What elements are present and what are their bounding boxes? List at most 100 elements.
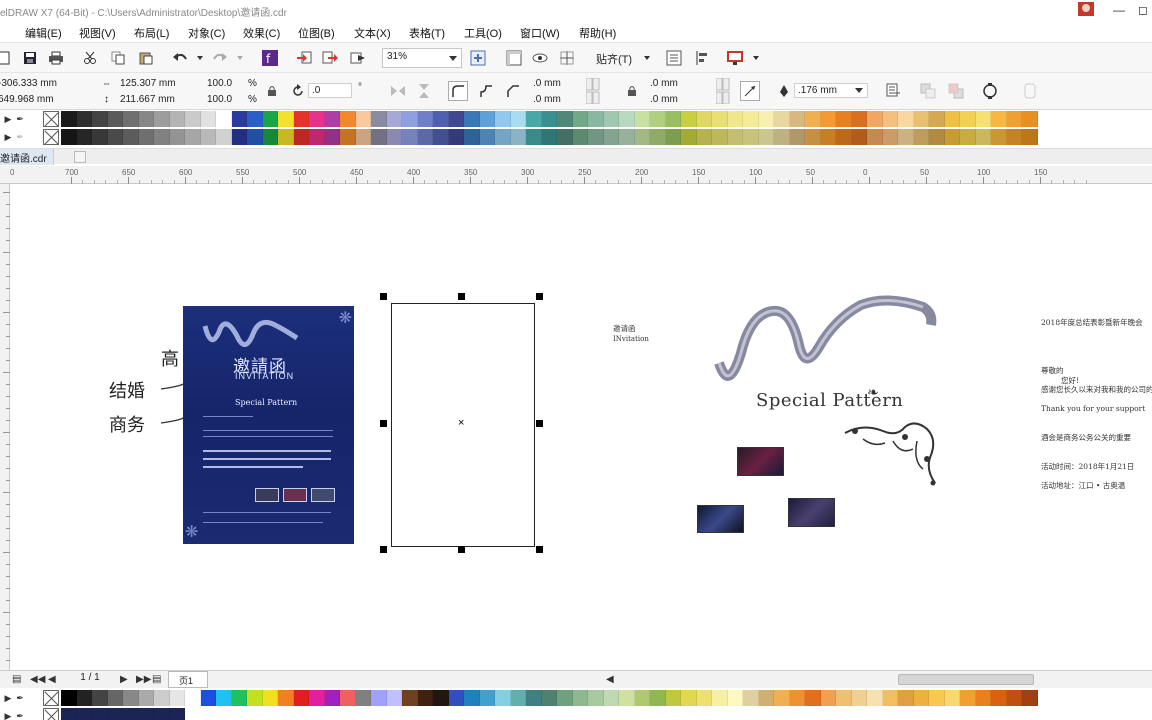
object-x-position[interactable]: -306.333 mm xyxy=(0,78,57,89)
color-swatch[interactable] xyxy=(200,690,216,706)
color-swatch[interactable] xyxy=(696,111,712,127)
mirror-horizontal-icon[interactable] xyxy=(388,81,408,101)
color-swatch[interactable] xyxy=(913,111,929,127)
no-fill-swatch[interactable] xyxy=(43,690,59,706)
color-swatch[interactable] xyxy=(138,129,154,145)
color-swatch[interactable] xyxy=(371,129,387,145)
color-swatch[interactable] xyxy=(774,129,790,145)
thanks-english-text[interactable]: Thank you for your support xyxy=(1041,404,1145,413)
color-swatch[interactable] xyxy=(262,690,278,706)
selection-handle[interactable] xyxy=(380,420,387,427)
color-swatch[interactable] xyxy=(572,690,588,706)
color-swatch[interactable] xyxy=(929,111,945,127)
color-swatch[interactable] xyxy=(603,129,619,145)
relative-corner-scaling-icon[interactable] xyxy=(740,81,760,101)
color-swatch[interactable] xyxy=(262,129,278,145)
color-swatch[interactable] xyxy=(309,690,325,706)
color-swatch[interactable] xyxy=(960,111,976,127)
color-swatch[interactable] xyxy=(185,129,201,145)
color-swatch[interactable] xyxy=(92,111,108,127)
color-swatch[interactable] xyxy=(107,111,123,127)
launch-app-icon[interactable] xyxy=(726,48,746,68)
color-swatch[interactable] xyxy=(727,129,743,145)
color-swatch[interactable] xyxy=(991,690,1007,706)
color-swatch[interactable] xyxy=(386,129,402,145)
color-swatch[interactable] xyxy=(1006,111,1022,127)
color-swatch[interactable] xyxy=(61,111,77,127)
color-swatch[interactable] xyxy=(402,690,418,706)
color-swatch[interactable] xyxy=(200,129,216,145)
color-swatch[interactable] xyxy=(774,111,790,127)
menu-edit[interactable]: 编辑(E) xyxy=(25,25,62,41)
color-swatch[interactable] xyxy=(61,708,77,720)
color-swatch[interactable] xyxy=(572,111,588,127)
color-swatch[interactable] xyxy=(309,129,325,145)
import-icon[interactable] xyxy=(294,48,314,68)
selection-handle[interactable] xyxy=(380,293,387,300)
color-swatch[interactable] xyxy=(92,129,108,145)
menu-object[interactable]: 对象(C) xyxy=(188,25,225,41)
color-swatch[interactable] xyxy=(758,111,774,127)
color-swatch[interactable] xyxy=(340,129,356,145)
color-swatch[interactable] xyxy=(76,111,92,127)
corner-radius-top-left[interactable]: .0 mm xyxy=(533,78,561,89)
options-icon[interactable] xyxy=(664,48,684,68)
document-tab[interactable]: 邀请函.cdr xyxy=(0,149,54,165)
color-swatch[interactable] xyxy=(61,690,77,706)
color-swatch[interactable] xyxy=(495,690,511,706)
color-swatch[interactable] xyxy=(510,690,526,706)
color-swatch[interactable] xyxy=(634,111,650,127)
new-tab-icon[interactable] xyxy=(74,151,86,163)
color-swatch[interactable] xyxy=(169,708,185,720)
to-back-icon[interactable] xyxy=(946,81,966,101)
color-swatch[interactable] xyxy=(975,690,991,706)
color-swatch[interactable] xyxy=(216,111,232,127)
color-swatch[interactable] xyxy=(805,129,821,145)
color-swatch[interactable] xyxy=(774,690,790,706)
color-swatch[interactable] xyxy=(123,129,139,145)
color-swatch[interactable] xyxy=(727,690,743,706)
special-pattern-title[interactable]: Special Pattern xyxy=(756,390,903,411)
color-swatch[interactable] xyxy=(913,129,929,145)
selection-handle[interactable] xyxy=(536,546,543,553)
color-swatch[interactable] xyxy=(464,690,480,706)
scale-y[interactable]: 100.0 xyxy=(207,94,232,105)
color-swatch[interactable] xyxy=(293,690,309,706)
color-swatch[interactable] xyxy=(247,111,263,127)
color-swatch[interactable] xyxy=(681,690,697,706)
copy-icon[interactable] xyxy=(108,48,128,68)
menu-tools[interactable]: 工具(O) xyxy=(464,25,502,41)
rotation-angle-input[interactable]: .0 xyxy=(308,83,352,98)
color-swatch[interactable] xyxy=(588,111,604,127)
color-swatch[interactable] xyxy=(588,690,604,706)
selection-handle[interactable] xyxy=(458,546,465,553)
selection-handle[interactable] xyxy=(536,293,543,300)
menu-layout[interactable]: 布局(L) xyxy=(134,25,169,41)
color-swatch[interactable] xyxy=(433,129,449,145)
selection-handle[interactable] xyxy=(536,420,543,427)
color-swatch[interactable] xyxy=(185,111,201,127)
color-swatch[interactable] xyxy=(340,111,356,127)
event-photo[interactable] xyxy=(697,505,744,533)
scroll-left-icon[interactable]: ◀ xyxy=(606,674,614,685)
color-swatch[interactable] xyxy=(479,111,495,127)
color-swatch[interactable] xyxy=(510,111,526,127)
color-swatch[interactable] xyxy=(836,129,852,145)
color-swatch[interactable] xyxy=(898,690,914,706)
color-swatch[interactable] xyxy=(820,690,836,706)
ribbon-graphic-large[interactable] xyxy=(711,293,941,393)
color-swatch[interactable] xyxy=(975,111,991,127)
color-swatch[interactable] xyxy=(386,690,402,706)
color-swatch[interactable] xyxy=(231,129,247,145)
color-swatch[interactable] xyxy=(789,129,805,145)
color-swatch[interactable] xyxy=(340,690,356,706)
color-swatch[interactable] xyxy=(76,690,92,706)
maximize-icon[interactable]: ◻ xyxy=(1132,2,1152,18)
color-swatch[interactable] xyxy=(619,690,635,706)
round-corner-icon[interactable] xyxy=(448,81,468,101)
edit-corners-together-lock-icon[interactable] xyxy=(622,81,642,101)
full-screen-preview-icon[interactable] xyxy=(468,48,488,68)
color-swatch[interactable] xyxy=(526,129,542,145)
menu-window[interactable]: 窗口(W) xyxy=(520,25,560,41)
color-swatch[interactable] xyxy=(820,129,836,145)
